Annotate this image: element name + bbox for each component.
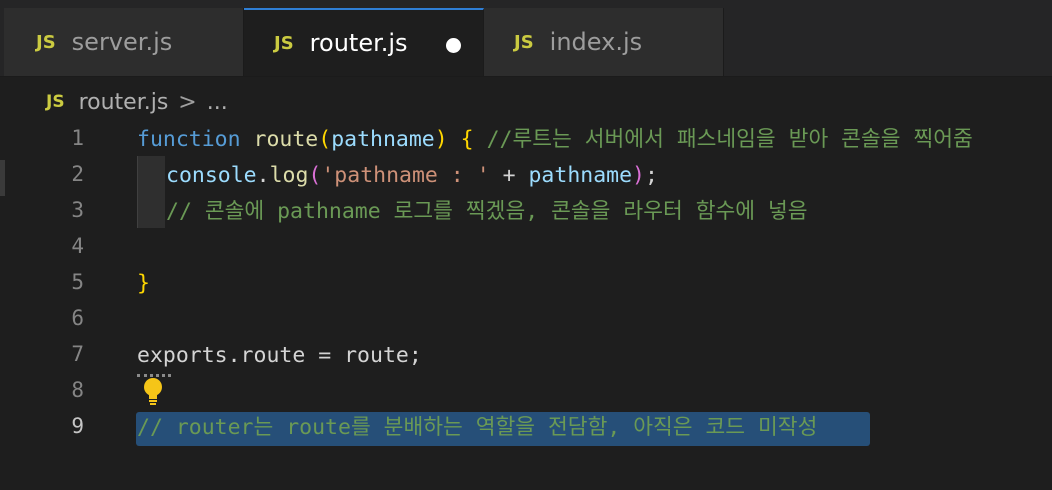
line-number: 7 (71, 342, 84, 366)
breadcrumb-more[interactable]: ... (207, 90, 228, 115)
paren-token: ) (632, 163, 645, 188)
tab-server-js[interactable]: JS server.js (4, 8, 244, 76)
function-name-token: route (253, 127, 319, 152)
brace-token: { (460, 127, 474, 152)
code-line-5[interactable]: } (137, 266, 150, 302)
javascript-file-icon: JS (36, 31, 56, 53)
method-token: log (269, 163, 309, 188)
string-token: 'pathname : ' (321, 163, 490, 188)
operator-token: + (489, 163, 529, 188)
left-scroll-indicator (0, 160, 5, 196)
indent-guide (137, 156, 165, 228)
tab-label: index.js (549, 28, 643, 56)
javascript-file-icon: JS (46, 92, 65, 112)
line-number: 8 (71, 378, 84, 402)
comment-token: // 콘솔에 pathname 로그를 찍겠음, 콘솔을 라우터 함수에 넣음 (166, 199, 808, 224)
keyword-token: function (137, 127, 241, 152)
line-number-current: 9 (71, 414, 84, 438)
line-number: 3 (71, 198, 84, 222)
tab-label: router.js (309, 29, 408, 57)
semicolon-token: ; (645, 163, 658, 188)
comment-token: //루트는 서버에서 패스네임을 받아 콘솔을 찍어줌 (486, 127, 973, 152)
javascript-file-icon: JS (514, 31, 534, 53)
brace-token: } (137, 271, 150, 296)
editor-tab-bar: JS server.js JS router.js JS index.js (0, 0, 1052, 77)
javascript-file-icon: JS (274, 32, 294, 54)
line-number: 4 (71, 234, 84, 258)
object-token: console (166, 163, 257, 188)
code-line-3[interactable]: // 콘솔에 pathname 로그를 찍겠음, 콘솔을 라우터 함수에 넣음 (166, 194, 808, 230)
breadcrumb: JS router.js > ... (46, 84, 228, 120)
paren-token: ( (308, 163, 322, 188)
comment-token: // router는 route를 분배하는 역할을 전담함, 아직은 코드 미… (137, 415, 818, 440)
line-number: 2 (71, 162, 84, 186)
tab-router-js[interactable]: JS router.js (244, 8, 484, 76)
line-number: 6 (71, 306, 84, 330)
line-number: 1 (71, 126, 84, 150)
tab-label: server.js (71, 28, 173, 56)
parameter-token: pathname (528, 163, 633, 188)
tab-index-js[interactable]: JS index.js (484, 8, 724, 76)
unsaved-changes-dot-icon[interactable] (446, 38, 461, 53)
code-line-1[interactable]: function route(pathname) { //루트는 서버에서 패스… (137, 122, 973, 158)
code-line-7[interactable]: exports.route = route; (137, 338, 422, 374)
paren-token: ) (434, 127, 448, 152)
line-number: 5 (71, 270, 84, 294)
parameter-token: pathname (331, 127, 435, 152)
code-line-9[interactable]: // router는 route를 분배하는 역할을 전담함, 아직은 코드 미… (137, 410, 817, 446)
breadcrumb-file[interactable]: router.js (79, 90, 169, 115)
dot-token: . (256, 163, 270, 188)
paren-token: ( (318, 127, 332, 152)
lightbulb-icon[interactable] (141, 376, 165, 406)
chevron-right-icon: > (178, 89, 197, 115)
code-line-2[interactable]: console.log('pathname : ' + pathname); (166, 158, 658, 194)
